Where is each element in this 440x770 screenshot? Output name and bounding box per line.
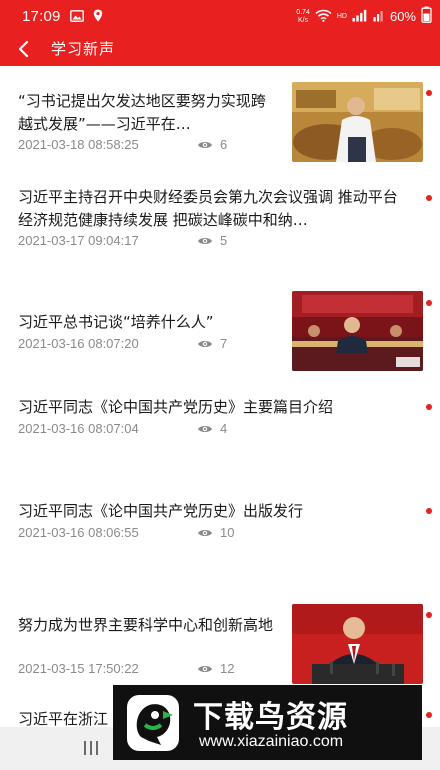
battery-icon xyxy=(421,6,432,27)
unread-dot xyxy=(426,90,432,96)
status-bar: 17:09 0.74 K/s HD 60% xyxy=(0,0,440,32)
unread-dot xyxy=(426,300,432,306)
news-date: 2021-03-16 08:07:04 xyxy=(18,421,139,436)
news-title[interactable]: 习近平同志《论中国共产党历史》出版发行 xyxy=(18,500,410,523)
unread-dot xyxy=(426,195,432,201)
news-item[interactable]: 习近平同志《论中国共产党历史》主要篇目介绍 2021-03-16 08:07:0… xyxy=(0,380,440,484)
status-right: 0.74 K/s HD 60% xyxy=(296,6,432,27)
recent-apps-bar xyxy=(96,741,98,755)
view-count: 7 xyxy=(197,336,227,351)
news-item[interactable]: 习近平总书记谈“培养什么人” 2021-03-16 08:07:20 7 xyxy=(0,276,440,380)
signal-icon xyxy=(352,7,368,26)
view-count: 6 xyxy=(197,137,227,152)
news-date: 2021-03-16 08:07:20 xyxy=(18,336,139,351)
eye-icon xyxy=(198,340,212,347)
recent-apps-bar xyxy=(90,741,92,755)
unread-dot xyxy=(426,508,432,514)
unread-dot xyxy=(426,404,432,410)
news-thumbnail[interactable] xyxy=(292,82,423,162)
news-title[interactable]: 习近平主持召开中央财经委员会第九次会议强调 推动平台经济规范健康持续发展 把碳达… xyxy=(18,186,410,232)
news-title[interactable]: 习近平同志《论中国共产党历史》主要篇目介绍 xyxy=(18,396,410,419)
unread-dot xyxy=(426,712,432,718)
recent-apps-icon[interactable] xyxy=(84,741,104,757)
news-title[interactable]: “习书记提出欠发达地区要努力实现跨越式发展”——习近平在… xyxy=(18,90,280,136)
eye-icon xyxy=(198,425,212,432)
news-thumbnail[interactable] xyxy=(292,291,423,371)
news-date: 2021-03-17 09:04:17 xyxy=(18,233,139,248)
news-item[interactable]: 习近平主持召开中央财经委员会第九次会议强调 推动平台经济规范健康持续发展 把碳达… xyxy=(0,171,440,276)
battery-percent: 60% xyxy=(389,9,416,24)
network-speed: 0.74 K/s xyxy=(296,9,310,25)
watermark-logo xyxy=(127,695,179,751)
view-count-value: 5 xyxy=(220,233,228,248)
location-icon xyxy=(93,7,103,26)
news-title[interactable]: 习近平总书记谈“培养什么人” xyxy=(18,311,280,334)
header-bar: 学习新声 xyxy=(0,32,440,66)
status-left: 17:09 xyxy=(22,7,103,26)
view-count: 12 xyxy=(197,661,234,676)
news-date: 2021-03-18 08:58:25 xyxy=(18,137,139,152)
view-count-value: 12 xyxy=(220,661,235,676)
news-item[interactable]: 努力成为世界主要科学中心和创新高地 2021-03-15 17:50:22 12 xyxy=(0,588,440,688)
watermark-url: www.xiazainiao.com xyxy=(199,733,344,750)
news-date: 2021-03-16 08:06:55 xyxy=(18,525,139,540)
hd-label: HD xyxy=(336,12,347,20)
news-title[interactable]: 努力成为世界主要科学中心和创新高地 xyxy=(18,614,280,660)
status-time: 17:09 xyxy=(22,8,61,25)
wifi-icon xyxy=(315,7,332,26)
eye-icon xyxy=(198,237,212,244)
eye-icon xyxy=(198,665,212,672)
view-count: 5 xyxy=(197,233,227,248)
news-thumbnail[interactable] xyxy=(292,604,423,684)
view-count-value: 4 xyxy=(220,421,228,436)
gallery-icon xyxy=(69,7,84,26)
view-count: 4 xyxy=(197,421,227,436)
page-title: 学习新声 xyxy=(51,40,116,58)
back-arrow-icon xyxy=(18,40,29,58)
unread-dot xyxy=(426,612,432,618)
watermark-title: 下载鸟资源 xyxy=(193,700,348,735)
eye-icon xyxy=(198,529,212,536)
watermark: 下载鸟资源 www.xiazainiao.com xyxy=(113,685,422,760)
news-item[interactable]: “习书记提出欠发达地区要努力实现跨越式发展”——习近平在… 2021-03-18… xyxy=(0,66,440,171)
signal-icon-secondary xyxy=(373,7,385,26)
view-count: 10 xyxy=(197,525,234,540)
eye-icon xyxy=(198,141,212,148)
recent-apps-bar xyxy=(84,741,86,755)
speed-value: 0.74 xyxy=(296,8,310,16)
view-count-value: 10 xyxy=(220,525,235,540)
news-list[interactable]: “习书记提出欠发达地区要努力实现跨越式发展”——习近平在… 2021-03-18… xyxy=(0,66,440,770)
news-item[interactable]: 习近平同志《论中国共产党历史》出版发行 2021-03-16 08:06:55 … xyxy=(0,484,440,588)
view-count-value: 6 xyxy=(220,137,228,152)
view-count-value: 7 xyxy=(220,336,228,351)
back-button[interactable] xyxy=(10,36,36,62)
speed-unit: K/s xyxy=(297,16,309,24)
news-date: 2021-03-15 17:50:22 xyxy=(18,661,139,676)
